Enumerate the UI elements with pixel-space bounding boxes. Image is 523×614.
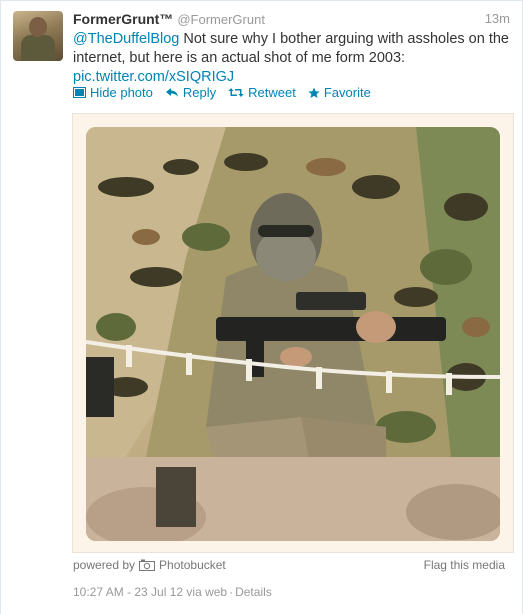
- retweet-label: Retweet: [248, 85, 296, 100]
- tweet-header: FormerGrunt™ @FormerGrunt 13m: [73, 11, 510, 29]
- photo-soldier-camouflage: [86, 127, 500, 541]
- tweet-meta: 10:27 AM - 23 Jul 12 via web · Details: [73, 585, 272, 599]
- powered-by-label: powered by: [73, 558, 136, 572]
- tweet-actions: Hide photo Reply Retweet Favorite: [73, 85, 371, 100]
- user-fullname[interactable]: FormerGrunt™: [73, 11, 173, 27]
- favorite-button[interactable]: Favorite: [308, 85, 371, 100]
- favorite-label: Favorite: [323, 85, 371, 100]
- star-icon: [308, 87, 320, 98]
- mention-link[interactable]: @TheDuffelBlog: [73, 31, 179, 47]
- photobucket-link[interactable]: Photobucket: [159, 558, 226, 572]
- user-handle[interactable]: @FormerGrunt: [177, 12, 265, 27]
- tweet-date[interactable]: 10:27 AM - 23 Jul 12 via web: [73, 585, 227, 599]
- hide-photo-button[interactable]: Hide photo: [73, 85, 153, 100]
- reply-button[interactable]: Reply: [165, 85, 216, 100]
- avatar-figure-head: [29, 17, 47, 37]
- photo-icon: [73, 87, 86, 98]
- media-container: [72, 113, 514, 553]
- details-link[interactable]: Details: [235, 585, 272, 599]
- avatar[interactable]: [13, 11, 63, 61]
- reply-icon: [165, 88, 178, 97]
- avatar-figure-body: [21, 35, 55, 61]
- hide-photo-label: Hide photo: [90, 85, 153, 100]
- tweet-photo[interactable]: [86, 127, 500, 541]
- pic-link[interactable]: pic.twitter.com/xSIQRIGJ: [73, 69, 234, 85]
- flag-media-link[interactable]: Flag this media: [424, 558, 505, 572]
- tweet-text: @TheDuffelBlog Not sure why I bother arg…: [73, 30, 513, 87]
- tweet-timestamp[interactable]: 13m: [485, 11, 510, 26]
- retweet-button[interactable]: Retweet: [228, 85, 296, 100]
- reply-label: Reply: [182, 85, 217, 100]
- powered-by: powered by Photobucket: [73, 558, 226, 572]
- retweet-icon: [228, 88, 244, 97]
- camera-icon: [139, 559, 156, 571]
- media-footer: powered by Photobucket Flag this media: [73, 558, 510, 576]
- tweet: FormerGrunt™ @FormerGrunt 13m @TheDuffelB…: [0, 0, 523, 614]
- meta-separator: ·: [229, 585, 234, 599]
